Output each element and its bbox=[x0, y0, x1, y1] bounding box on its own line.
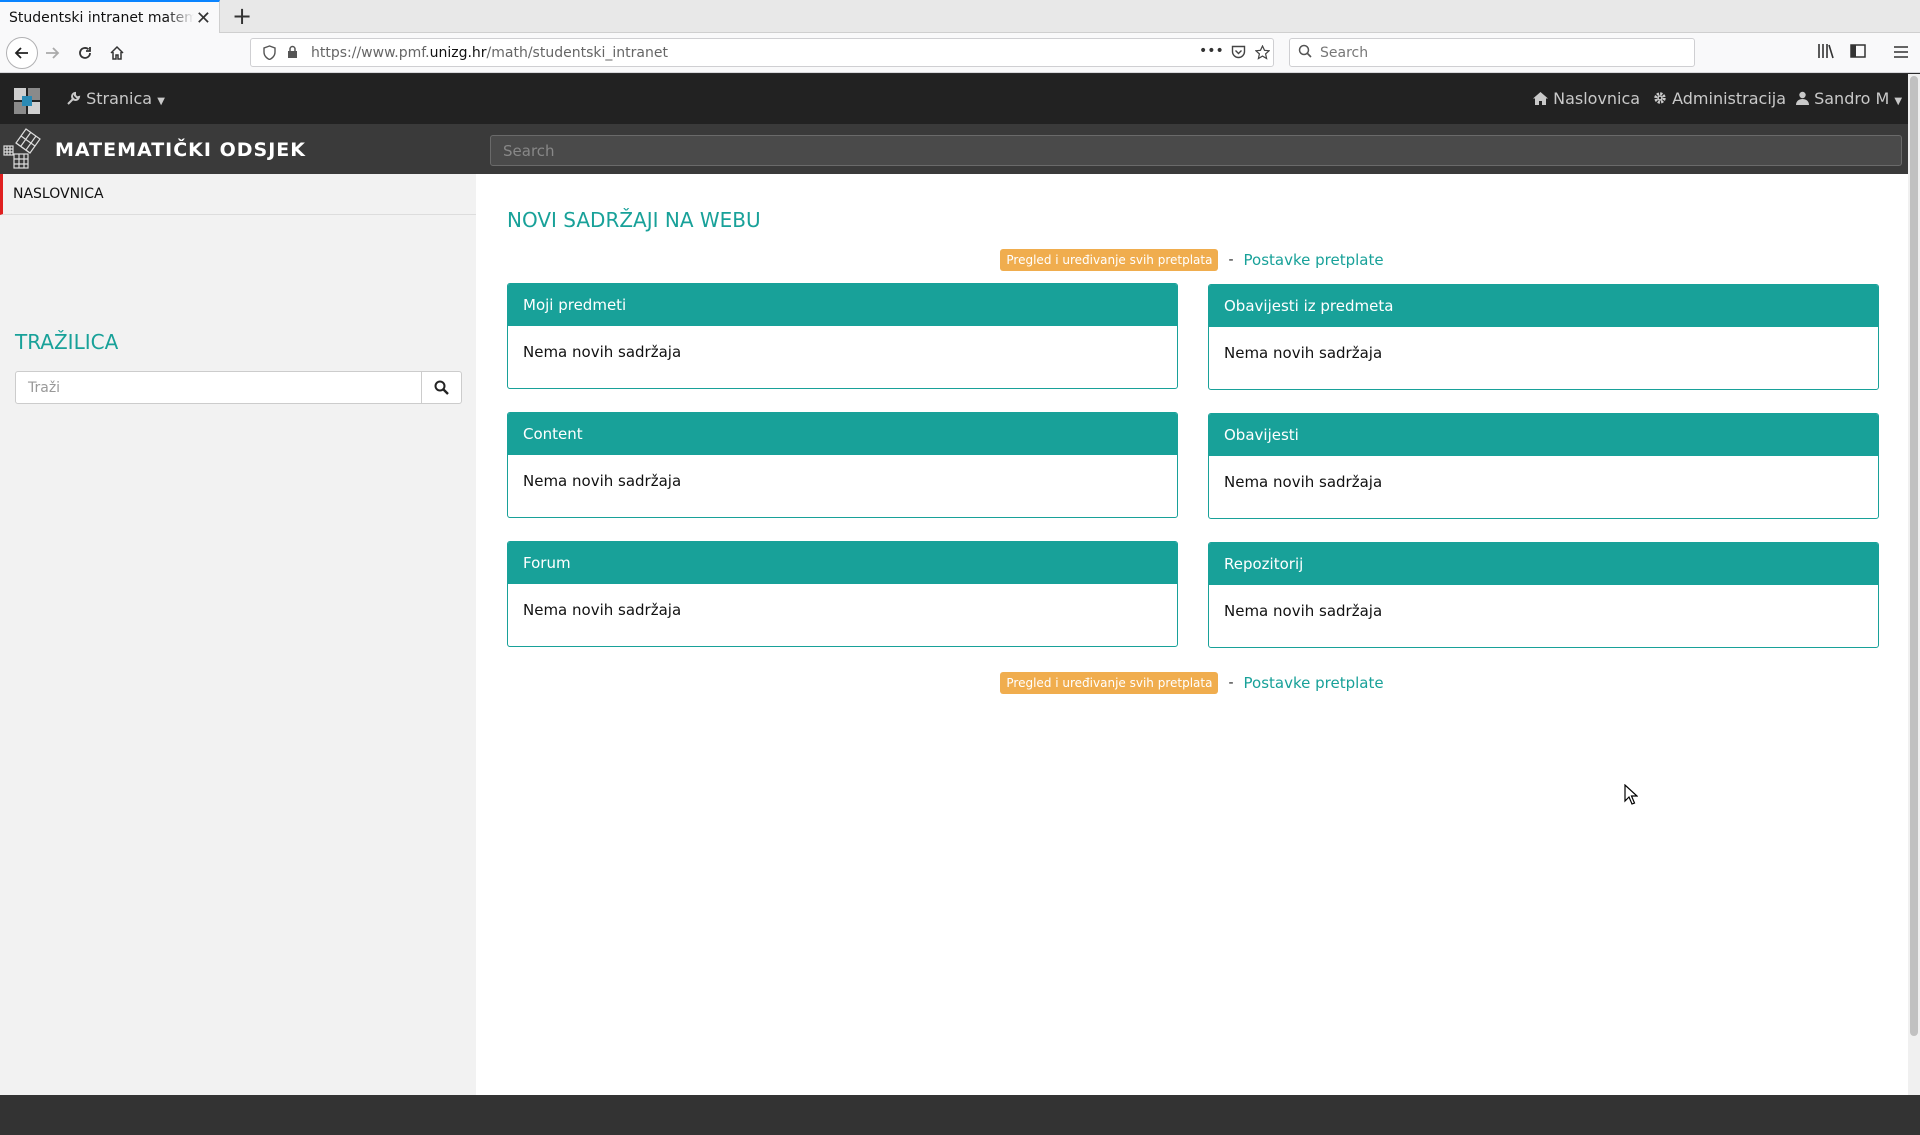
library-icon[interactable] bbox=[1817, 43, 1835, 63]
caret-down-icon: ▼ bbox=[157, 96, 165, 107]
sidebar-search-field[interactable]: Traži bbox=[15, 371, 462, 404]
stranica-menu[interactable]: Stranica ▼ bbox=[66, 89, 165, 108]
administracija-link[interactable]: Administracija bbox=[1653, 89, 1786, 108]
page-scrollbar-thumb[interactable] bbox=[1910, 76, 1918, 1036]
panel-body: Nema novih sadržaja bbox=[1224, 473, 1383, 491]
url-bar[interactable]: https://www.pmf.unizg.hr/math/studentski… bbox=[250, 38, 1274, 67]
user-icon bbox=[1796, 89, 1814, 108]
reload-button[interactable] bbox=[71, 39, 99, 67]
sidebar-toggle-icon[interactable] bbox=[1850, 43, 1866, 62]
new-tab-button[interactable]: + bbox=[232, 2, 252, 30]
browser-toolbar: https://www.pmf.unizg.hr/math/studentski… bbox=[0, 33, 1920, 73]
user-menu[interactable]: Sandro M ▼ bbox=[1796, 89, 1902, 108]
stranica-label: Stranica bbox=[86, 89, 153, 108]
search-heading: TRAŽILICA bbox=[15, 330, 119, 354]
browser-tab-title: Studentski intranet matematič bbox=[9, 10, 194, 26]
browser-tab-bar: Studentski intranet matematič ✕ + bbox=[0, 0, 1920, 34]
panel-moji-predmeti: Moji predmeti Nema novih sadržaja bbox=[507, 283, 1178, 389]
browser-search-bar[interactable]: Search bbox=[1289, 38, 1695, 67]
mouse-cursor-icon bbox=[1624, 784, 1638, 805]
url-prefix: https://www.pmf. bbox=[311, 45, 430, 61]
lock-icon[interactable] bbox=[287, 45, 298, 63]
main-content: NOVI SADRŽAJI NA WEBU Pregled i uređivan… bbox=[476, 174, 1908, 1095]
math-department-logo-icon[interactable] bbox=[2, 127, 44, 171]
sidebar-search-placeholder: Traži bbox=[28, 380, 61, 396]
home-icon bbox=[1533, 89, 1553, 108]
panel-body: Nema novih sadržaja bbox=[523, 601, 682, 619]
site-top-navbar: Stranica ▼ Naslovnica Administracija San… bbox=[0, 74, 1908, 124]
administracija-label: Administracija bbox=[1672, 89, 1787, 108]
review-subscriptions-button[interactable]: Pregled i uređivanje svih pretplata bbox=[1000, 249, 1219, 271]
brand-title[interactable]: MATEMATIČKI ODSJEK bbox=[55, 139, 306, 161]
panel-title: Forum bbox=[508, 542, 1177, 584]
separator-dash: - bbox=[1228, 675, 1234, 691]
panel-title: Moji predmeti bbox=[508, 284, 1177, 326]
app-logo-icon[interactable] bbox=[14, 88, 40, 114]
back-button[interactable] bbox=[6, 37, 38, 69]
hamburger-menu-icon[interactable] bbox=[1894, 43, 1908, 62]
panel-obavijesti-iz-predmeta: Obavijesti iz predmeta Nema novih sadrža… bbox=[1208, 284, 1879, 390]
page-footer bbox=[0, 1095, 1920, 1135]
reload-icon bbox=[79, 47, 91, 59]
panel-body: Nema novih sadržaja bbox=[1224, 602, 1383, 620]
naslovnica-link[interactable]: Naslovnica bbox=[1533, 89, 1640, 108]
sidebar-item-naslovnica[interactable]: NASLOVNICA bbox=[0, 174, 476, 215]
panel-obavijesti: Obavijesti Nema novih sadržaja bbox=[1208, 413, 1879, 519]
panel-title: Repozitorij bbox=[1209, 543, 1878, 585]
panel-title: Content bbox=[508, 413, 1177, 455]
page-title: NOVI SADRŽAJI NA WEBU bbox=[507, 208, 761, 232]
home-button[interactable] bbox=[103, 39, 131, 67]
gear-icon bbox=[1653, 89, 1672, 108]
browser-search-placeholder: Search bbox=[1320, 45, 1369, 61]
review-subscriptions-button[interactable]: Pregled i uređivanje svih pretplata bbox=[1000, 672, 1219, 694]
panel-repozitorij: Repozitorij Nema novih sadržaja bbox=[1208, 542, 1879, 648]
panel-content: Content Nema novih sadržaja bbox=[507, 412, 1178, 518]
arrow-right-icon bbox=[46, 47, 60, 59]
panel-forum: Forum Nema novih sadržaja bbox=[507, 541, 1178, 647]
shield-icon[interactable] bbox=[263, 45, 276, 64]
subscription-actions-bottom: Pregled i uređivanje svih pretplata - Po… bbox=[476, 672, 1908, 694]
url-domain: unizg.hr bbox=[429, 45, 487, 61]
search-icon bbox=[434, 380, 449, 395]
star-icon[interactable] bbox=[1254, 44, 1271, 64]
panel-title: Obavijesti bbox=[1209, 414, 1878, 456]
subscription-settings-link[interactable]: Postavke pretplate bbox=[1244, 674, 1384, 692]
close-tab-icon[interactable]: ✕ bbox=[196, 8, 211, 29]
panel-title: Obavijesti iz predmeta bbox=[1209, 285, 1878, 327]
site-header: MATEMATIČKI ODSJEK Search bbox=[0, 124, 1908, 174]
arrow-left-icon bbox=[14, 47, 28, 59]
left-sidebar: NASLOVNICA TRAŽILICA Traži bbox=[0, 174, 476, 1095]
caret-down-icon: ▼ bbox=[1894, 96, 1903, 107]
home-icon bbox=[110, 45, 124, 60]
panel-body: Nema novih sadržaja bbox=[1224, 344, 1383, 362]
browser-tab[interactable]: Studentski intranet matematič ✕ bbox=[0, 0, 220, 34]
url-text[interactable]: https://www.pmf.unizg.hr/math/studentski… bbox=[311, 45, 668, 61]
pocket-icon[interactable] bbox=[1231, 45, 1246, 63]
subscription-actions-top: Pregled i uređivanje svih pretplata - Po… bbox=[476, 249, 1908, 271]
forward-button[interactable] bbox=[38, 39, 66, 67]
separator-dash: - bbox=[1228, 252, 1234, 268]
panel-body: Nema novih sadržaja bbox=[523, 472, 682, 490]
more-actions-icon[interactable]: ••• bbox=[1199, 43, 1224, 59]
sidebar-search-button[interactable] bbox=[421, 372, 461, 403]
url-path: /math/studentski_intranet bbox=[486, 45, 668, 61]
header-search-input[interactable]: Search bbox=[490, 135, 1902, 166]
subscription-settings-link[interactable]: Postavke pretplate bbox=[1244, 251, 1384, 269]
wrench-icon bbox=[66, 89, 86, 108]
panel-body: Nema novih sadržaja bbox=[523, 343, 682, 361]
search-icon bbox=[1298, 44, 1312, 62]
naslovnica-label: Naslovnica bbox=[1553, 89, 1641, 108]
user-name: Sandro M bbox=[1814, 89, 1890, 108]
